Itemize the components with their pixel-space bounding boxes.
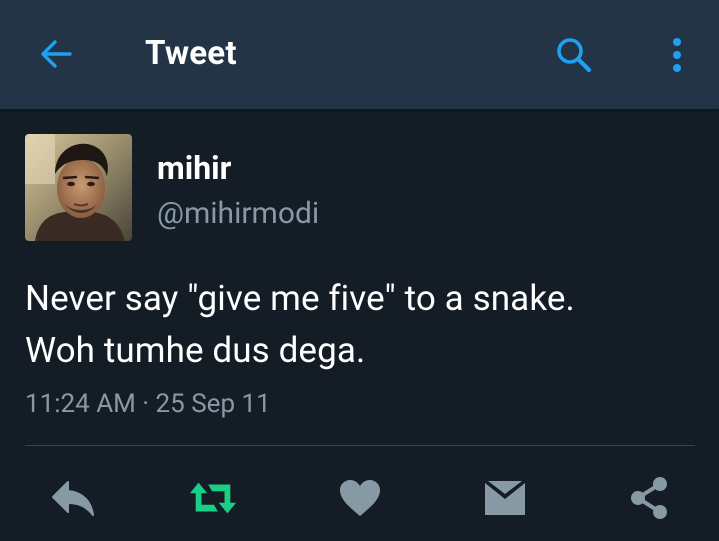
retweet-icon: [189, 482, 237, 514]
tweet-text-line: Never say "give me five" to a snake.: [25, 278, 575, 319]
retweet-button[interactable]: [188, 473, 238, 523]
tweet-text-line: Woh tumhe dus dega.: [25, 330, 366, 371]
app-bar: Tweet: [0, 0, 719, 109]
avatar[interactable]: [25, 134, 132, 241]
author-name[interactable]: mihir: [157, 149, 231, 187]
share-icon: [631, 477, 667, 519]
reply-icon: [52, 481, 94, 516]
direct-message-button[interactable]: [480, 473, 530, 523]
profile-photo: [25, 134, 132, 241]
arrow-left-icon: [41, 40, 72, 68]
author-handle[interactable]: @mihirmodi: [157, 195, 319, 233]
more-vertical-icon: [673, 38, 681, 72]
reply-button[interactable]: [48, 473, 98, 523]
heart-icon: [340, 480, 380, 516]
envelope-icon: [485, 481, 525, 515]
share-button[interactable]: [624, 473, 674, 523]
like-button[interactable]: [335, 473, 385, 523]
tweet-detail: mihir @mihirmodi Never say "give me five…: [0, 109, 719, 541]
more-options-button[interactable]: [660, 34, 694, 76]
divider: [25, 445, 695, 446]
tweet-timestamp: 11:24 AM · 25 Sep 11: [25, 389, 271, 419]
back-button[interactable]: [36, 34, 76, 74]
search-icon: [557, 38, 592, 73]
search-button[interactable]: [553, 34, 595, 76]
tweet-text: Never say "give me five" to a snake. Woh…: [25, 273, 695, 377]
page-title: Tweet: [145, 34, 237, 73]
